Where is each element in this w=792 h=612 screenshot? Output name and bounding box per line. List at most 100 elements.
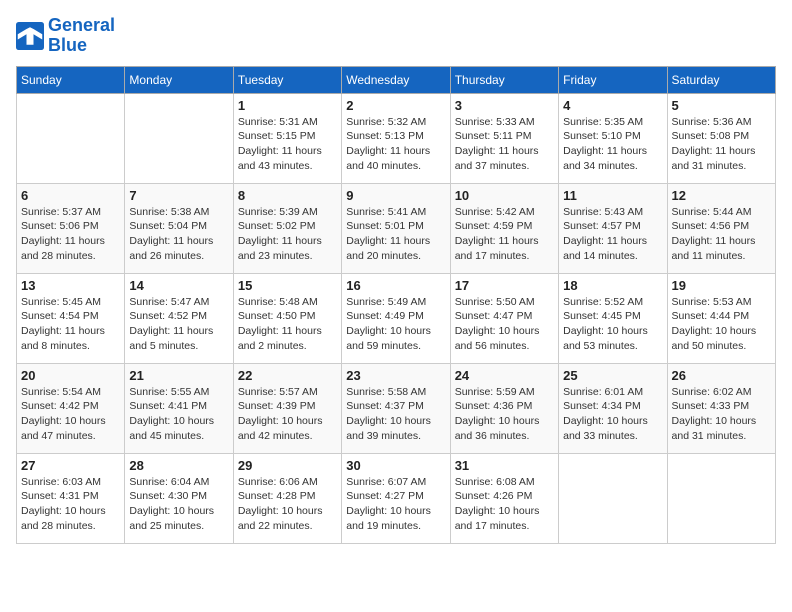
calendar-cell: 2 Sunrise: 5:32 AM Sunset: 5:13 PM Daylig… <box>342 93 450 183</box>
calendar-cell: 22 Sunrise: 5:57 AM Sunset: 4:39 PM Dayli… <box>233 363 341 453</box>
day-info: Sunrise: 5:53 AM Sunset: 4:44 PM Dayligh… <box>672 295 771 354</box>
day-number: 20 <box>21 368 120 383</box>
day-number: 2 <box>346 98 445 113</box>
day-number: 26 <box>672 368 771 383</box>
calendar-cell: 14 Sunrise: 5:47 AM Sunset: 4:52 PM Dayli… <box>125 273 233 363</box>
calendar-cell <box>17 93 125 183</box>
week-row-2: 6 Sunrise: 5:37 AM Sunset: 5:06 PM Daylig… <box>17 183 776 273</box>
day-number: 23 <box>346 368 445 383</box>
day-number: 17 <box>455 278 554 293</box>
calendar-cell: 6 Sunrise: 5:37 AM Sunset: 5:06 PM Daylig… <box>17 183 125 273</box>
calendar-cell: 8 Sunrise: 5:39 AM Sunset: 5:02 PM Daylig… <box>233 183 341 273</box>
calendar-cell <box>559 453 667 543</box>
calendar-cell <box>125 93 233 183</box>
day-number: 9 <box>346 188 445 203</box>
calendar-table: SundayMondayTuesdayWednesdayThursdayFrid… <box>16 66 776 544</box>
week-row-1: 1Sunrise: 5:31 AM Sunset: 5:15 PM Daylig… <box>17 93 776 183</box>
header-cell-wednesday: Wednesday <box>342 66 450 93</box>
header-cell-sunday: Sunday <box>17 66 125 93</box>
calendar-cell: 1Sunrise: 5:31 AM Sunset: 5:15 PM Daylig… <box>233 93 341 183</box>
header-cell-thursday: Thursday <box>450 66 558 93</box>
day-number: 22 <box>238 368 337 383</box>
calendar-cell: 20 Sunrise: 5:54 AM Sunset: 4:42 PM Dayli… <box>17 363 125 453</box>
header-cell-tuesday: Tuesday <box>233 66 341 93</box>
day-number: 27 <box>21 458 120 473</box>
week-row-5: 27 Sunrise: 6:03 AM Sunset: 4:31 PM Dayli… <box>17 453 776 543</box>
calendar-cell: 23 Sunrise: 5:58 AM Sunset: 4:37 PM Dayli… <box>342 363 450 453</box>
day-info: Sunrise: 5:42 AM Sunset: 4:59 PM Dayligh… <box>455 205 554 264</box>
calendar-cell: 16 Sunrise: 5:49 AM Sunset: 4:49 PM Dayli… <box>342 273 450 363</box>
calendar-cell: 27 Sunrise: 6:03 AM Sunset: 4:31 PM Dayli… <box>17 453 125 543</box>
logo: General Blue <box>16 16 115 56</box>
day-info: Sunrise: 5:32 AM Sunset: 5:13 PM Dayligh… <box>346 115 445 174</box>
day-number: 13 <box>21 278 120 293</box>
calendar-cell <box>667 453 775 543</box>
calendar-cell: 10 Sunrise: 5:42 AM Sunset: 4:59 PM Dayli… <box>450 183 558 273</box>
calendar-cell: 4 Sunrise: 5:35 AM Sunset: 5:10 PM Daylig… <box>559 93 667 183</box>
day-number: 19 <box>672 278 771 293</box>
calendar-cell: 13 Sunrise: 5:45 AM Sunset: 4:54 PM Dayli… <box>17 273 125 363</box>
week-row-3: 13 Sunrise: 5:45 AM Sunset: 4:54 PM Dayli… <box>17 273 776 363</box>
calendar-cell: 9 Sunrise: 5:41 AM Sunset: 5:01 PM Daylig… <box>342 183 450 273</box>
day-info: Sunrise: 5:57 AM Sunset: 4:39 PM Dayligh… <box>238 385 337 444</box>
day-info: Sunrise: 5:45 AM Sunset: 4:54 PM Dayligh… <box>21 295 120 354</box>
day-info: Sunrise: 6:06 AM Sunset: 4:28 PM Dayligh… <box>238 475 337 534</box>
day-number: 30 <box>346 458 445 473</box>
day-number: 10 <box>455 188 554 203</box>
day-number: 25 <box>563 368 662 383</box>
week-row-4: 20 Sunrise: 5:54 AM Sunset: 4:42 PM Dayli… <box>17 363 776 453</box>
day-info: Sunrise: 5:39 AM Sunset: 5:02 PM Dayligh… <box>238 205 337 264</box>
day-info: Sunrise: 5:36 AM Sunset: 5:08 PM Dayligh… <box>672 115 771 174</box>
day-info: Sunrise: 6:08 AM Sunset: 4:26 PM Dayligh… <box>455 475 554 534</box>
day-info: Sunrise: 6:01 AM Sunset: 4:34 PM Dayligh… <box>563 385 662 444</box>
day-number: 21 <box>129 368 228 383</box>
day-info: Sunrise: 5:49 AM Sunset: 4:49 PM Dayligh… <box>346 295 445 354</box>
day-info: Sunrise: 5:41 AM Sunset: 5:01 PM Dayligh… <box>346 205 445 264</box>
day-info: Sunrise: 6:02 AM Sunset: 4:33 PM Dayligh… <box>672 385 771 444</box>
day-number: 29 <box>238 458 337 473</box>
calendar-cell: 28 Sunrise: 6:04 AM Sunset: 4:30 PM Dayli… <box>125 453 233 543</box>
calendar-cell: 15Sunrise: 5:48 AM Sunset: 4:50 PM Dayli… <box>233 273 341 363</box>
day-info: Sunrise: 6:07 AM Sunset: 4:27 PM Dayligh… <box>346 475 445 534</box>
header-cell-friday: Friday <box>559 66 667 93</box>
day-info: Sunrise: 5:50 AM Sunset: 4:47 PM Dayligh… <box>455 295 554 354</box>
calendar-cell: 21 Sunrise: 5:55 AM Sunset: 4:41 PM Dayli… <box>125 363 233 453</box>
day-number: 3 <box>455 98 554 113</box>
day-info: Sunrise: 5:59 AM Sunset: 4:36 PM Dayligh… <box>455 385 554 444</box>
day-number: 7 <box>129 188 228 203</box>
day-number: 14 <box>129 278 228 293</box>
calendar-cell: 11Sunrise: 5:43 AM Sunset: 4:57 PM Dayli… <box>559 183 667 273</box>
calendar-cell: 5 Sunrise: 5:36 AM Sunset: 5:08 PM Daylig… <box>667 93 775 183</box>
day-info: Sunrise: 5:52 AM Sunset: 4:45 PM Dayligh… <box>563 295 662 354</box>
calendar-cell: 24 Sunrise: 5:59 AM Sunset: 4:36 PM Dayli… <box>450 363 558 453</box>
day-info: Sunrise: 5:35 AM Sunset: 5:10 PM Dayligh… <box>563 115 662 174</box>
logo-text: General Blue <box>48 16 115 56</box>
day-number: 8 <box>238 188 337 203</box>
day-number: 5 <box>672 98 771 113</box>
day-number: 18 <box>563 278 662 293</box>
calendar-cell: 26 Sunrise: 6:02 AM Sunset: 4:33 PM Dayli… <box>667 363 775 453</box>
day-number: 28 <box>129 458 228 473</box>
day-number: 24 <box>455 368 554 383</box>
day-info: Sunrise: 5:47 AM Sunset: 4:52 PM Dayligh… <box>129 295 228 354</box>
day-info: Sunrise: 5:44 AM Sunset: 4:56 PM Dayligh… <box>672 205 771 264</box>
calendar-cell: 17 Sunrise: 5:50 AM Sunset: 4:47 PM Dayli… <box>450 273 558 363</box>
day-number: 4 <box>563 98 662 113</box>
day-info: Sunrise: 5:33 AM Sunset: 5:11 PM Dayligh… <box>455 115 554 174</box>
calendar-cell: 7 Sunrise: 5:38 AM Sunset: 5:04 PM Daylig… <box>125 183 233 273</box>
calendar-cell: 30 Sunrise: 6:07 AM Sunset: 4:27 PM Dayli… <box>342 453 450 543</box>
day-info: Sunrise: 6:04 AM Sunset: 4:30 PM Dayligh… <box>129 475 228 534</box>
header-cell-monday: Monday <box>125 66 233 93</box>
day-number: 6 <box>21 188 120 203</box>
day-info: Sunrise: 6:03 AM Sunset: 4:31 PM Dayligh… <box>21 475 120 534</box>
day-info: Sunrise: 5:55 AM Sunset: 4:41 PM Dayligh… <box>129 385 228 444</box>
header-row: SundayMondayTuesdayWednesdayThursdayFrid… <box>17 66 776 93</box>
day-info: Sunrise: 5:58 AM Sunset: 4:37 PM Dayligh… <box>346 385 445 444</box>
day-number: 16 <box>346 278 445 293</box>
day-info: Sunrise: 5:37 AM Sunset: 5:06 PM Dayligh… <box>21 205 120 264</box>
day-info: Sunrise: 5:54 AM Sunset: 4:42 PM Dayligh… <box>21 385 120 444</box>
logo-icon <box>16 22 44 50</box>
day-info: Sunrise: 5:43 AM Sunset: 4:57 PM Dayligh… <box>563 205 662 264</box>
day-info: Sunrise: 5:38 AM Sunset: 5:04 PM Dayligh… <box>129 205 228 264</box>
day-number: 31 <box>455 458 554 473</box>
